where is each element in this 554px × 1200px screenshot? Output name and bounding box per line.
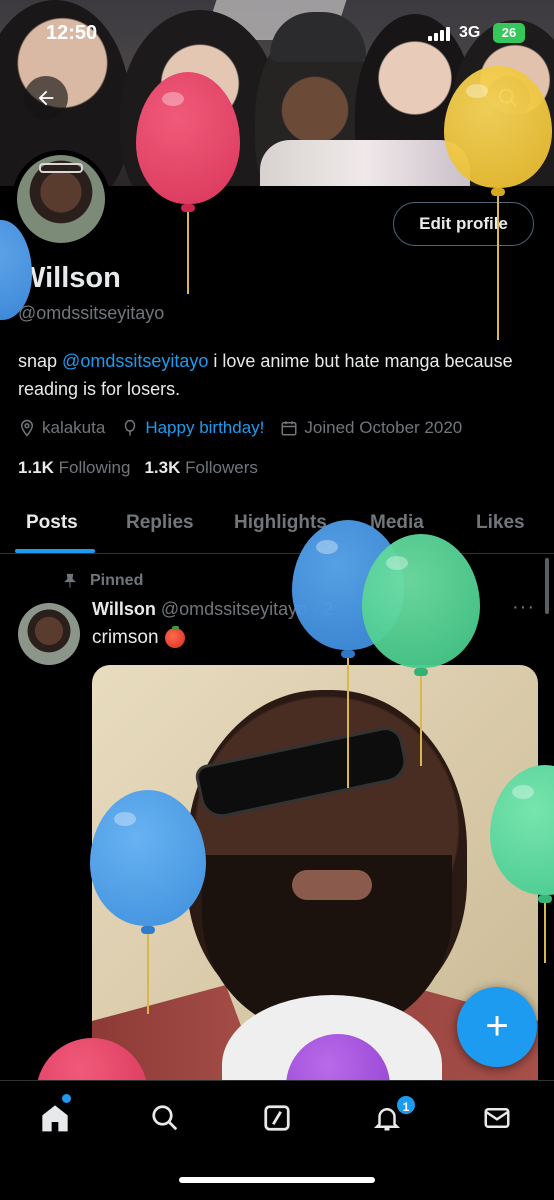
bio-mention-link[interactable]: @omdssitseyitayo (62, 351, 208, 371)
scrollbar[interactable] (545, 558, 549, 614)
home-indicator[interactable] (179, 1177, 375, 1183)
home-icon[interactable] (38, 1101, 72, 1135)
following-link[interactable]: 1.1K Following (18, 458, 130, 478)
search-icon[interactable] (148, 1101, 182, 1135)
followers-label: Followers (185, 458, 258, 477)
status-time: 12:50 (46, 22, 98, 44)
status-bar: 12:50 3G 26 (0, 0, 554, 60)
back-button[interactable] (24, 76, 68, 120)
birthday-item[interactable]: Happy birthday! (121, 418, 264, 438)
bio-prefix: snap (18, 351, 63, 371)
joined-item: Joined October 2020 (280, 418, 462, 438)
tab-posts[interactable]: Posts (26, 512, 78, 534)
more-options-icon[interactable]: ··· (512, 596, 535, 619)
arrow-left-icon (38, 90, 54, 106)
followers-count: 1.3K (144, 458, 181, 477)
balloon-icon (125, 419, 136, 436)
signal-icon (428, 27, 452, 41)
battery-icon: 26 (493, 23, 525, 43)
post-text: crimson (92, 626, 185, 649)
tab-replies[interactable]: Replies (126, 512, 194, 534)
compose-fab-button[interactable]: + (457, 987, 537, 1067)
follow-stats: 1.1K Following 1.3K Followers (18, 458, 258, 478)
profile-handle: @omdssitseyitayo (18, 303, 165, 323)
tomato-emoji-icon (164, 626, 185, 648)
battery-level: 26 (501, 25, 517, 40)
location-text: kalakuta (42, 418, 106, 437)
edit-profile-button[interactable]: Edit profile (393, 202, 534, 246)
banner-shirt (260, 140, 470, 186)
grok-icon[interactable] (260, 1101, 294, 1135)
home-unread-dot (62, 1094, 71, 1103)
profile-name: Willson (18, 262, 121, 294)
tab-active-indicator (15, 549, 95, 553)
birthday-text[interactable]: Happy birthday! (145, 418, 264, 438)
profile-meta: kalakuta Happy birthday! Joined October … (18, 418, 462, 438)
pinned-row: Pinned (62, 572, 143, 590)
profile-bio: snap @omdssitseyitayo i love anime but h… (18, 347, 538, 403)
post-avatar[interactable] (18, 603, 80, 665)
notifications-badge: 1 (395, 1094, 417, 1116)
following-label: Following (58, 458, 131, 477)
post-author-name[interactable]: Willson (92, 599, 156, 619)
profile-avatar[interactable] (12, 150, 110, 248)
pin-icon (64, 573, 76, 588)
joined-text: Joined October 2020 (304, 418, 463, 437)
location-item: kalakuta (18, 418, 105, 438)
calendar-icon (281, 421, 297, 436)
location-pin-icon (20, 419, 34, 437)
photo-lips (292, 870, 372, 900)
avatar-image (17, 155, 105, 243)
network-type: 3G (459, 24, 481, 41)
profile-tabs: Posts Replies Highlights Media Likes (0, 500, 554, 554)
mail-icon[interactable] (480, 1101, 514, 1135)
tab-highlights[interactable]: Highlights (234, 512, 327, 534)
post-text-content: crimson (92, 627, 159, 648)
tab-likes[interactable]: Likes (476, 512, 525, 534)
followers-link[interactable]: 1.3K Followers (144, 458, 257, 478)
following-count: 1.1K (18, 458, 54, 477)
pinned-label: Pinned (90, 572, 144, 589)
